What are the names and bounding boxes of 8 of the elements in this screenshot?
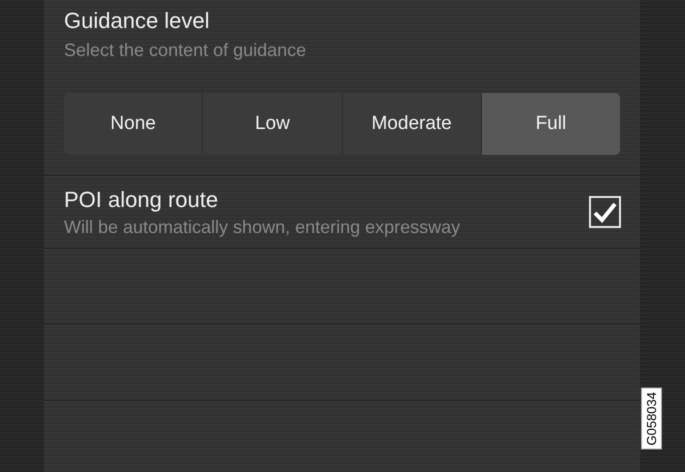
figure-id: G058034 bbox=[641, 388, 662, 450]
setting-description: Will be automatically shown, entering expressway bbox=[64, 216, 460, 238]
segment-tab[interactable]: Full bbox=[482, 93, 620, 155]
setting-title: POI along route bbox=[64, 186, 220, 212]
checkbox[interactable] bbox=[589, 196, 621, 228]
check-icon bbox=[593, 201, 617, 223]
setting-description: Select the content of guidance bbox=[64, 39, 308, 61]
setting-title: Guidance level bbox=[64, 8, 211, 34]
